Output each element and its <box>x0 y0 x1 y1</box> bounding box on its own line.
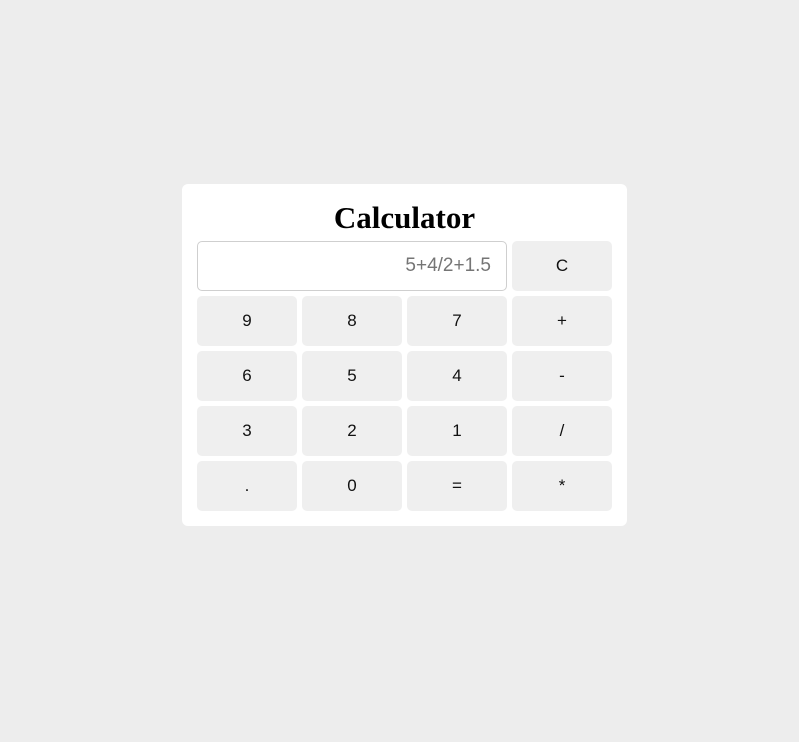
key-0-button[interactable]: 0 <box>302 461 402 511</box>
key-7-button[interactable]: 7 <box>407 296 507 346</box>
key-5-button[interactable]: 5 <box>302 351 402 401</box>
equals-button[interactable]: = <box>407 461 507 511</box>
key-9-button[interactable]: 9 <box>197 296 297 346</box>
calculator-display-input[interactable] <box>197 241 507 291</box>
multiply-button[interactable]: * <box>512 461 612 511</box>
key-4-button[interactable]: 4 <box>407 351 507 401</box>
calculator-panel: Calculator C 9 8 7 + 6 5 4 - 3 2 1 / . 0… <box>182 184 627 526</box>
key-2-button[interactable]: 2 <box>302 406 402 456</box>
calculator-title: Calculator <box>333 200 476 235</box>
key-6-button[interactable]: 6 <box>197 351 297 401</box>
add-button[interactable]: + <box>512 296 612 346</box>
key-3-button[interactable]: 3 <box>197 406 297 456</box>
key-8-button[interactable]: 8 <box>302 296 402 346</box>
divide-button[interactable]: / <box>512 406 612 456</box>
decimal-point-button[interactable]: . <box>197 461 297 511</box>
key-1-button[interactable]: 1 <box>407 406 507 456</box>
clear-button[interactable]: C <box>512 241 612 291</box>
subtract-button[interactable]: - <box>512 351 612 401</box>
